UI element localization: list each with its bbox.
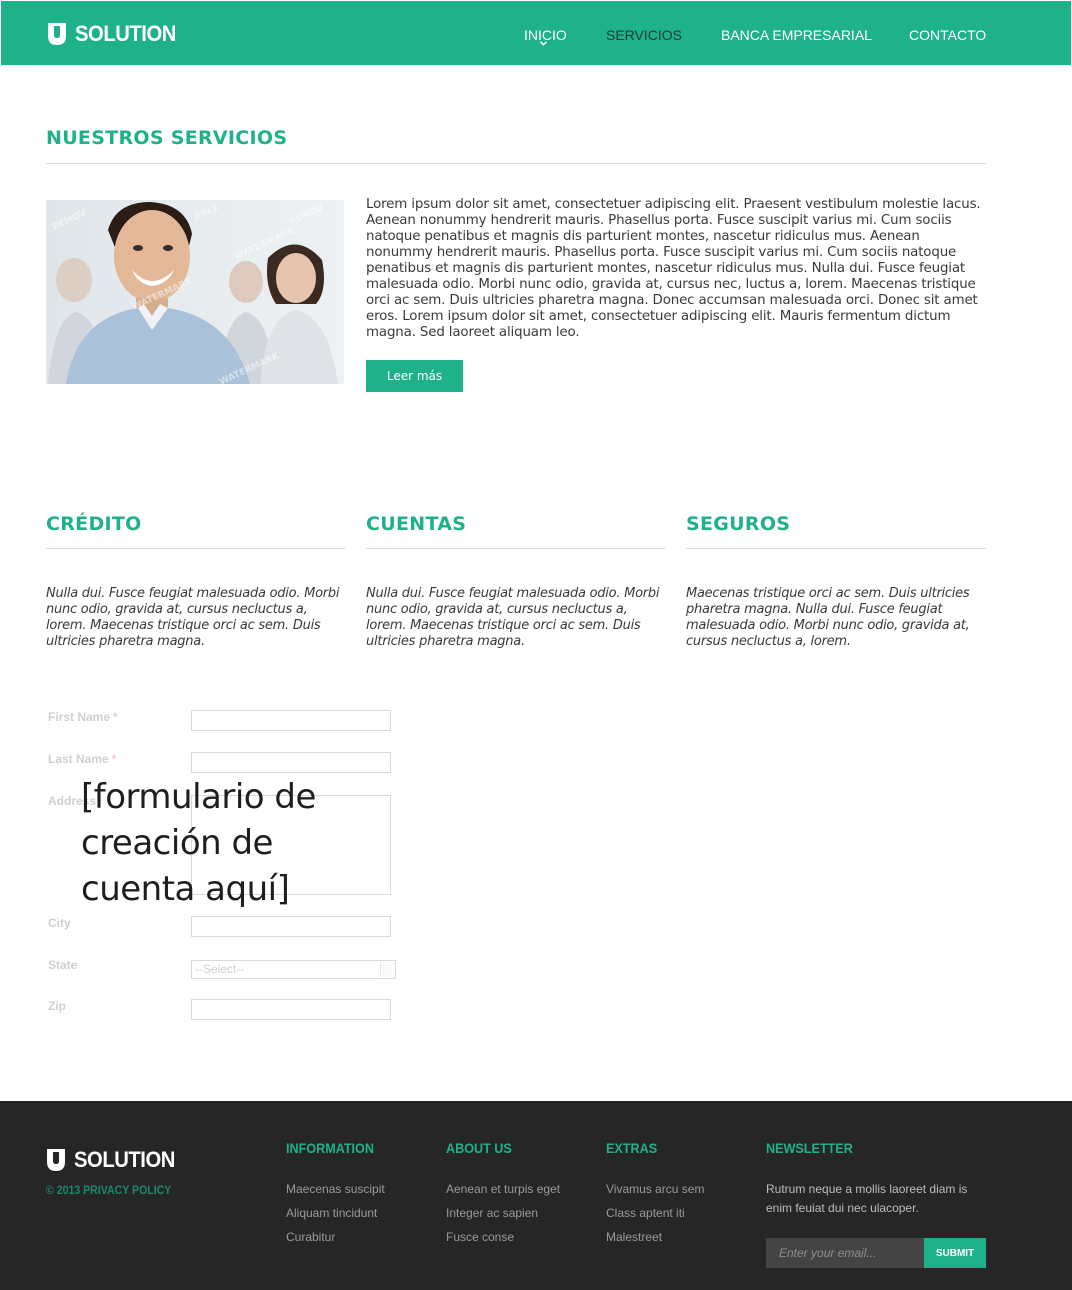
seguros-divider	[686, 548, 986, 549]
main-nav: INICIO SERVICIOS BANCA EMPRESARIAL CONTA…	[1, 27, 1071, 47]
zip-label: Zip	[48, 999, 66, 1013]
u-logo-icon	[47, 1149, 65, 1171]
last-name-input[interactable]	[191, 752, 391, 773]
required-mark: *	[113, 710, 118, 724]
zip-input[interactable]	[191, 999, 391, 1020]
services-divider	[46, 163, 986, 164]
nav-item-banca-empresarial[interactable]: BANCA EMPRESARIAL	[721, 27, 872, 43]
form-placeholder-note: [formulario de creación de cuenta aquí]	[81, 777, 316, 909]
information-link[interactable]: Maecenas suscipit	[286, 1182, 385, 1196]
footer-brand-name: SOLUTION	[74, 1147, 175, 1172]
information-link[interactable]: Curabitur	[286, 1230, 335, 1244]
newsletter-email-input[interactable]	[766, 1238, 924, 1268]
footer-logo[interactable]: SOLUTION	[45, 1147, 184, 1173]
state-select-value: --Select--	[195, 962, 245, 976]
about-link[interactable]: Fusce conse	[446, 1230, 514, 1244]
last-name-label: Last Name *	[48, 752, 116, 766]
read-more-button[interactable]: Leer más	[366, 360, 463, 392]
newsletter-text: Rutrum neque a mollis laoreet diam is en…	[766, 1182, 968, 1215]
cuentas-title: CUENTAS	[366, 513, 467, 535]
state-select[interactable]: --Select--	[191, 960, 396, 979]
chevron-down-icon	[540, 41, 547, 46]
extras-link[interactable]: Malestreet	[606, 1230, 662, 1244]
about-link[interactable]: Integer ac sapien	[446, 1206, 538, 1220]
information-title: INFORMATION	[286, 1140, 374, 1156]
credito-divider	[46, 548, 345, 549]
city-label: City	[48, 916, 71, 930]
top-navbar: SOLUTION INICIO SERVICIOS BANCA EMPRESAR…	[1, 1, 1071, 65]
team-photo-illustration: REMOV ABLE REMOV WATERMARK WATERMARK WAT…	[46, 200, 344, 384]
seguros-text: Maecenas tristique orci ac sem. Duis ult…	[686, 586, 970, 649]
extras-link[interactable]: Class aptent iti	[606, 1206, 685, 1220]
first-name-label: First Name *	[48, 710, 118, 724]
nav-item-servicios[interactable]: SERVICIOS	[606, 27, 682, 43]
credito-title: CRÉDITO	[46, 513, 142, 535]
newsletter-submit-button[interactable]: SUBMIT	[924, 1238, 986, 1268]
newsletter-title: NEWSLETTER	[766, 1140, 853, 1156]
state-label: State	[48, 958, 78, 972]
required-mark: *	[111, 752, 117, 766]
about-link[interactable]: Aenean et turpis eget	[446, 1182, 560, 1196]
first-name-label-text: First Name	[48, 710, 111, 724]
credito-text: Nulla dui. Fusce feugiat malesuada odio.…	[46, 586, 340, 649]
extras-title: EXTRAS	[606, 1140, 658, 1156]
copyright-text[interactable]: © 2013 PRIVACY POLICY	[46, 1183, 171, 1197]
cuentas-text: Nulla dui. Fusce feugiat malesuada odio.…	[366, 586, 660, 649]
services-title: NUESTROS SERVICIOS	[46, 127, 288, 149]
last-name-label-text: Last Name	[48, 752, 109, 766]
city-input[interactable]	[191, 916, 391, 937]
nav-item-contacto[interactable]: CONTACTO	[909, 27, 986, 43]
information-link[interactable]: Aliquam tincidunt	[286, 1206, 377, 1220]
extras-link[interactable]: Vivamus arcu sem	[606, 1182, 704, 1196]
seguros-title: SEGUROS	[686, 513, 791, 535]
team-photo: REMOV ABLE REMOV WATERMARK WATERMARK WAT…	[46, 200, 344, 384]
footer: SOLUTION © 2013 PRIVACY POLICY INFORMATI…	[0, 1101, 1072, 1290]
services-description: Lorem ipsum dolor sit amet, consectetuer…	[366, 197, 981, 340]
first-name-input[interactable]	[191, 710, 391, 731]
chevron-down-icon	[380, 962, 394, 977]
cuentas-divider	[366, 548, 665, 549]
about-title: ABOUT US	[446, 1140, 512, 1156]
